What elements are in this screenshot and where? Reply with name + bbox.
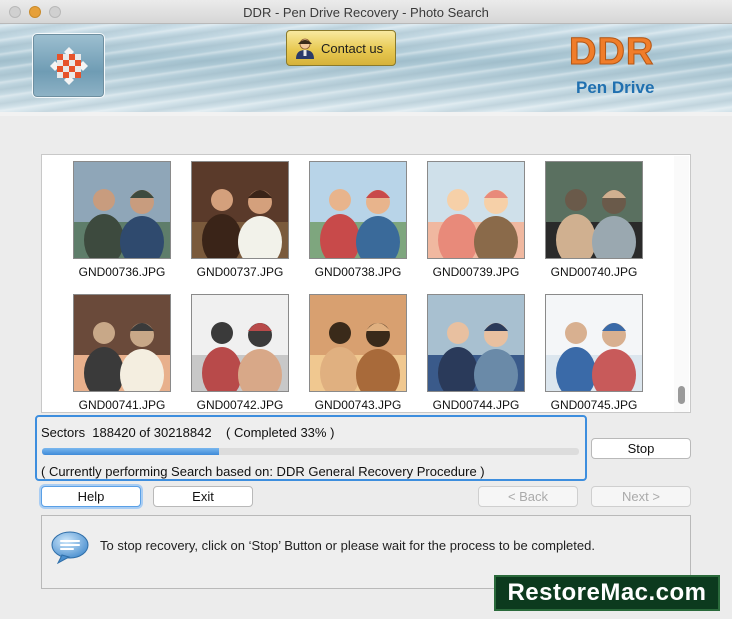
photo-group-posing	[546, 162, 642, 258]
info-message: To stop recovery, click on ‘Stop’ Button…	[100, 538, 595, 553]
progress-bar-fill	[42, 448, 220, 455]
next-button[interactable]: Next >	[591, 486, 691, 507]
photo-filename: GND00738.JPG	[314, 265, 402, 279]
brand-title: DDR	[568, 31, 655, 74]
photo-filename: GND00743.JPG	[314, 398, 402, 412]
photo-thumbnail[interactable]	[309, 294, 407, 392]
gallery-scrollbar[interactable]	[674, 156, 689, 412]
photo-couple-hug	[310, 295, 406, 391]
photo-thumbnail[interactable]	[191, 294, 289, 392]
help-button[interactable]: Help	[41, 486, 141, 507]
photo-thumbnail[interactable]	[73, 294, 171, 392]
exit-button[interactable]: Exit	[153, 486, 253, 507]
photo-filename: GND00744.JPG	[432, 398, 520, 412]
photo-thumbnail[interactable]	[427, 294, 525, 392]
photo-thumbnail[interactable]	[545, 161, 643, 259]
stop-button[interactable]: Stop	[591, 438, 691, 459]
photo-group-friends	[310, 162, 406, 258]
banner-divider	[0, 112, 732, 116]
brand-subtitle: Pen Drive	[576, 78, 655, 97]
header-banner: Contact us DDR Pen Drive	[0, 24, 732, 116]
back-button[interactable]: < Back	[478, 486, 578, 507]
speech-bubble-icon	[51, 531, 89, 564]
recovery-logo-icon	[50, 47, 88, 85]
sectors-progress-text: Sectors 188420 of 30218842 ( Completed 3…	[41, 425, 335, 440]
photo-thumbnail[interactable]	[545, 294, 643, 392]
photo-thumbnail[interactable]	[191, 161, 289, 259]
photo-filename: GND00740.JPG	[550, 265, 638, 279]
photo-two-men-sitting	[428, 295, 524, 391]
photo-couple-laughing	[74, 295, 170, 391]
scrollbar-thumb[interactable]	[678, 386, 685, 404]
contact-us-label: Contact us	[321, 40, 384, 56]
photo-thumbnail[interactable]	[427, 161, 525, 259]
photo-friends-party	[192, 295, 288, 391]
photo-thumbnail[interactable]	[309, 161, 407, 259]
photo-filename: GND00736.JPG	[78, 265, 166, 279]
search-status-text: ( Currently performing Search based on: …	[41, 464, 485, 479]
progress-panel: Sectors 188420 of 30218842 ( Completed 3…	[35, 415, 587, 481]
title-bar: DDR - Pen Drive Recovery - Photo Search	[0, 0, 732, 24]
photo-friends-standing	[546, 295, 642, 391]
photo-two-men-outdoors	[74, 162, 170, 258]
window-title: DDR - Pen Drive Recovery - Photo Search	[243, 5, 489, 20]
photo-gallery: GND00736.JPG GND00737.JPG GND00738.JPG GND0…	[41, 154, 691, 413]
photo-filename: GND00737.JPG	[196, 265, 284, 279]
progress-bar	[42, 448, 579, 455]
photo-elderly-couple-selfie	[428, 162, 524, 258]
support-person-icon	[296, 38, 314, 59]
photo-filename: GND00742.JPG	[196, 398, 284, 412]
photo-smiling-woman	[192, 162, 288, 258]
photo-thumbnail[interactable]	[73, 161, 171, 259]
watermark-badge: RestoreMac.com	[494, 575, 720, 611]
photo-filename: GND00745.JPG	[550, 398, 638, 412]
app-window: DDR - Pen Drive Recovery - Photo Search	[0, 0, 732, 619]
contact-us-button[interactable]: Contact us	[286, 30, 396, 66]
photo-filename: GND00741.JPG	[78, 398, 166, 412]
app-logo	[32, 33, 105, 98]
photo-filename: GND00739.JPG	[432, 265, 520, 279]
